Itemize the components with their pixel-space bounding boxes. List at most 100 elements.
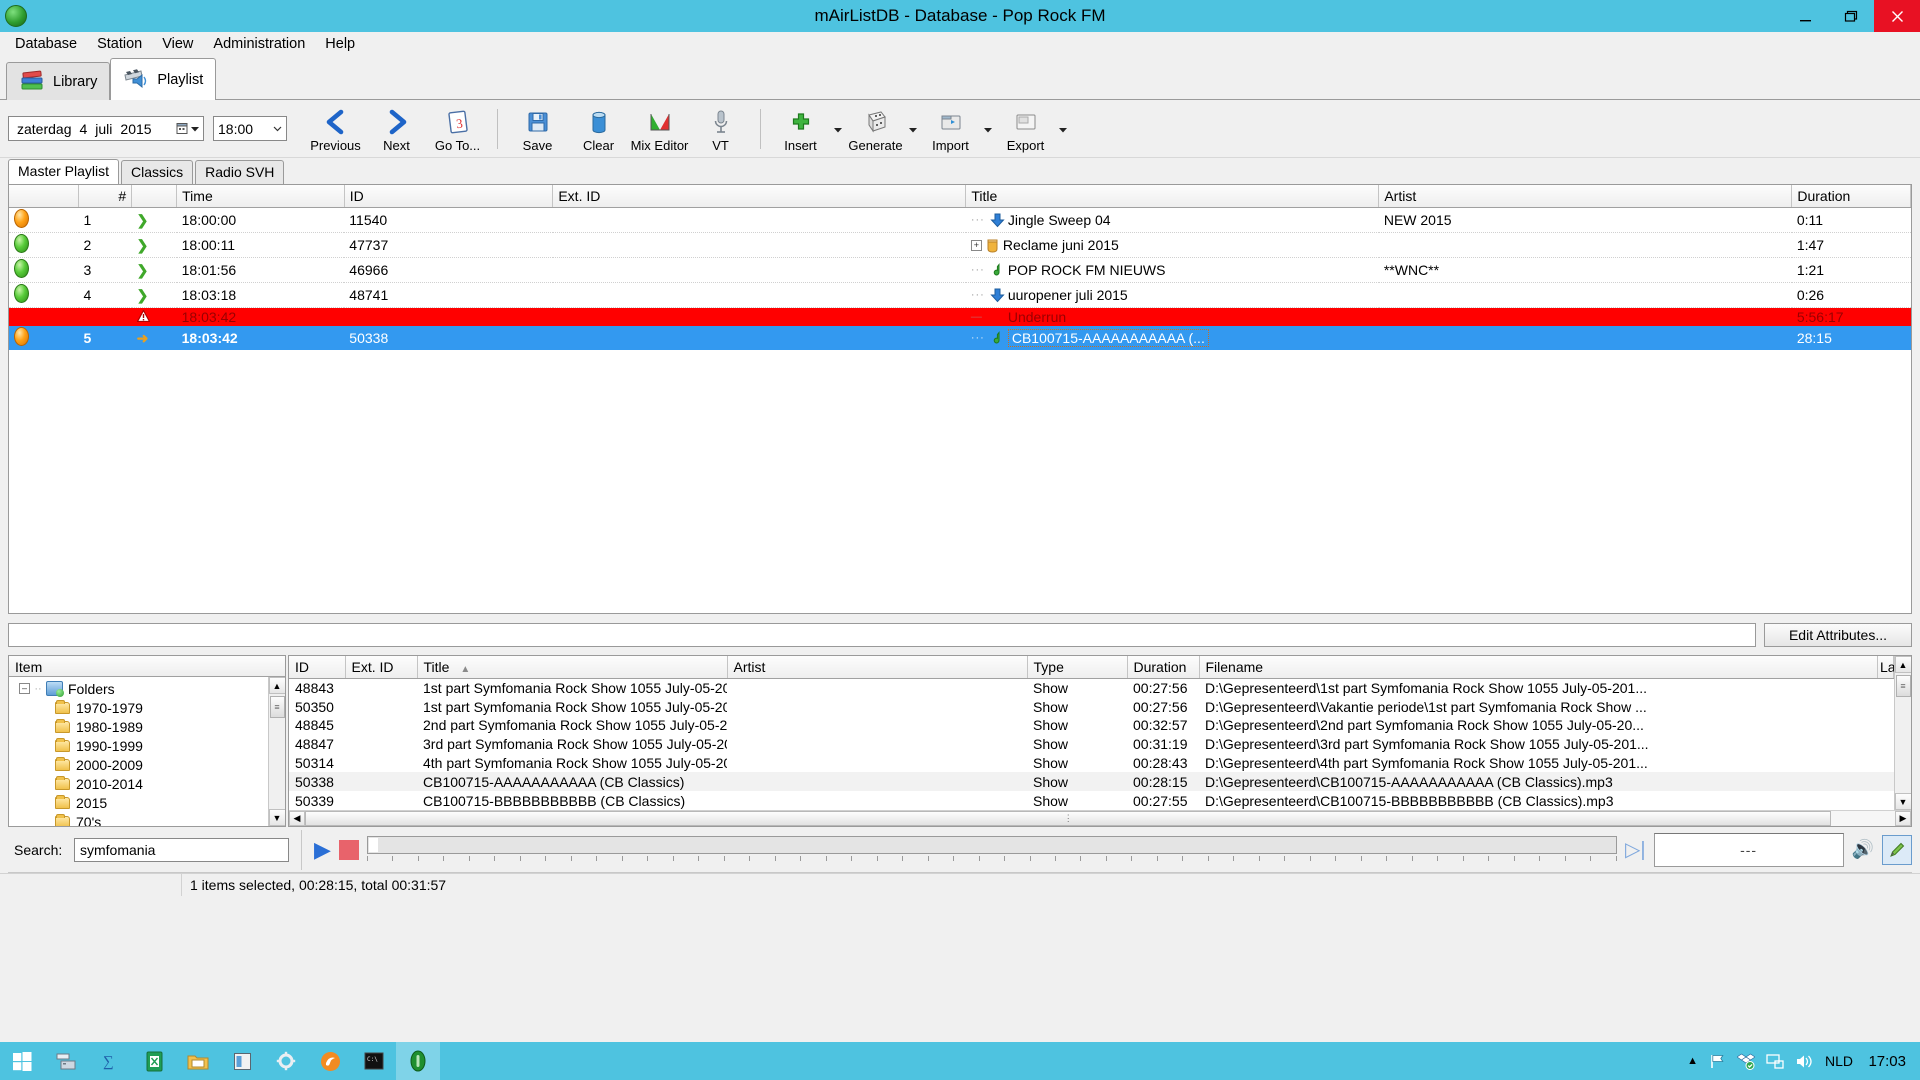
col-extid[interactable]: Ext. ID <box>552 185 967 208</box>
next-button[interactable]: Next <box>366 102 427 156</box>
table-row-selected[interactable]: 5 ➜ 18:03:42 50338 ··· CB100715-AAAAAAAA… <box>9 326 1911 350</box>
taskbar-mairlist-icon[interactable] <box>396 1042 440 1080</box>
library-vertical-scrollbar[interactable]: ▲ ≡ ▼ <box>1894 656 1911 810</box>
tree-header[interactable]: Item <box>9 656 285 677</box>
list-item[interactable]: 48845 2nd part Symfomania Rock Show 1055… <box>289 716 1894 735</box>
taskbar-firefox-icon[interactable] <box>308 1042 352 1080</box>
menu-administration[interactable]: Administration <box>204 33 314 55</box>
waveform-bar[interactable] <box>366 835 1617 854</box>
import-button[interactable]: Import <box>920 102 981 156</box>
generate-button[interactable]: Generate <box>845 102 906 156</box>
list-item-highlighted[interactable]: 50338 CB100715-AAAAAAAAAAA (CB Classics)… <box>289 772 1894 792</box>
col-state[interactable] <box>9 185 80 208</box>
previous-button[interactable]: Previous <box>305 102 366 156</box>
playlist-grid[interactable]: # Time ID Ext. ID Title Artist Duration … <box>8 184 1912 614</box>
tree-item-2010-2014[interactable]: 2010-2014 <box>9 774 268 793</box>
folder-tree[interactable]: – ·· Folders 1970-1979 1980-1989 1990-19… <box>9 677 268 826</box>
tree-item-1990-1999[interactable]: 1990-1999 <box>9 736 268 755</box>
hscroll-thumb[interactable]: ⋮ <box>305 811 1832 826</box>
export-button[interactable]: Export <box>995 102 1056 156</box>
tree-item-70s[interactable]: 70's <box>9 812 268 826</box>
taskbar-explorer-folder-icon[interactable] <box>176 1042 220 1080</box>
tab-playlist[interactable]: Playlist <box>110 58 217 100</box>
vt-button[interactable]: VT <box>690 102 751 156</box>
taskbar-window-app-icon[interactable] <box>220 1042 264 1080</box>
dropbox-icon[interactable] <box>1736 1053 1755 1070</box>
import-dropdown-caret[interactable] <box>981 102 995 156</box>
speaker-icon[interactable]: 🔊 <box>1852 839 1874 860</box>
taskbar-server-manager-icon[interactable] <box>44 1042 88 1080</box>
cue-next-icon[interactable]: ▷| <box>1625 837 1646 862</box>
tab-library[interactable]: Library <box>6 62 111 100</box>
play-triangle-icon[interactable]: ▶ <box>314 838 331 861</box>
lib-col-duration[interactable]: Duration <box>1127 656 1200 679</box>
lib-col-filename[interactable]: Filename <box>1199 656 1878 679</box>
tree-vertical-scrollbar[interactable]: ▲ ≡ ▼ <box>268 677 285 826</box>
menu-help[interactable]: Help <box>316 33 364 55</box>
list-item[interactable]: 48843 1st part Symfomania Rock Show 1055… <box>289 679 1894 698</box>
taskbar-powershell-icon[interactable]: ∑ <box>88 1042 132 1080</box>
generate-dropdown-caret[interactable] <box>906 102 920 156</box>
col-mark[interactable] <box>131 185 178 208</box>
lib-col-extid[interactable]: Ext. ID <box>345 656 418 679</box>
table-row[interactable]: 3 ❯ 18:01:56 46966 ··· POP ROCK FM NIEUW… <box>9 257 1911 283</box>
taskbar-excel-icon[interactable] <box>132 1042 176 1080</box>
close-button[interactable] <box>1874 0 1920 32</box>
list-item[interactable]: 48847 3rd part Symfomania Rock Show 1055… <box>289 735 1894 754</box>
list-item[interactable]: 50350 1st part Symfomania Rock Show 1055… <box>289 697 1894 716</box>
edit-button[interactable] <box>1882 834 1912 865</box>
list-item[interactable]: 50339 CB100715-BBBBBBBBBBB (CB Classics)… <box>289 791 1894 810</box>
col-title[interactable]: Title <box>965 185 1380 208</box>
tray-clock[interactable]: 17:03 <box>1864 1053 1906 1070</box>
chevron-down-icon[interactable] <box>273 124 282 134</box>
network-icon[interactable] <box>1766 1053 1784 1070</box>
tree-item-2015[interactable]: 2015 <box>9 793 268 812</box>
volume-icon[interactable] <box>1795 1053 1814 1070</box>
tree-item-1980-1989[interactable]: 1980-1989 <box>9 717 268 736</box>
table-row-underrun[interactable]: 18:03:42 — Underrun 5:56:17 <box>9 307 1911 326</box>
col-number[interactable]: # <box>78 185 133 208</box>
search-input[interactable] <box>74 837 289 862</box>
hscroll-track[interactable]: ⋮ <box>305 811 1895 826</box>
edit-attributes-button[interactable]: Edit Attributes... <box>1764 623 1912 647</box>
col-duration[interactable]: Duration <box>1791 185 1911 208</box>
tray-language[interactable]: NLD <box>1825 1053 1853 1069</box>
col-id[interactable]: ID <box>344 185 554 208</box>
tree-item-1970-1979[interactable]: 1970-1979 <box>9 698 268 717</box>
lib-col-artist[interactable]: Artist <box>727 656 1028 679</box>
chevron-up-icon[interactable]: ▲ <box>1894 656 1911 673</box>
mix-editor-button[interactable]: Mix Editor <box>629 102 690 156</box>
waveform-display[interactable] <box>366 835 1617 864</box>
tree-item-folders[interactable]: – ·· Folders <box>9 679 268 698</box>
show-hidden-icons-chevron[interactable]: ▲ <box>1687 1055 1698 1067</box>
playlist-tab-radio-svh[interactable]: Radio SVH <box>195 160 285 184</box>
lib-col-title[interactable]: Title ▲ <box>417 656 728 679</box>
menu-view[interactable]: View <box>153 33 202 55</box>
time-select[interactable]: 18:00 <box>213 116 287 141</box>
tree-item-2000-2009[interactable]: 2000-2009 <box>9 755 268 774</box>
table-row[interactable]: 2 ❯ 18:00:11 47737 + Reclame juni 2015 1… <box>9 232 1911 258</box>
menu-station[interactable]: Station <box>88 33 151 55</box>
calendar-icon[interactable] <box>176 122 199 135</box>
windows-start-icon[interactable] <box>0 1042 44 1080</box>
lib-col-type[interactable]: Type <box>1027 656 1128 679</box>
goto-button[interactable]: 3 Go To... <box>427 102 488 156</box>
chevron-up-icon[interactable]: ▲ <box>268 677 285 694</box>
col-time[interactable]: Time <box>176 185 345 208</box>
taskbar-settings-gear-icon[interactable] <box>264 1042 308 1080</box>
insert-button[interactable]: Insert <box>770 102 831 156</box>
chevron-down-icon[interactable]: ▼ <box>268 809 285 826</box>
collapse-toggle[interactable]: – <box>19 683 30 694</box>
table-row[interactable]: 1 ❯ 18:00:00 11540 ··· Jingle Sweep 04 N… <box>9 207 1911 233</box>
scrollbar-thumb[interactable]: ≡ <box>1895 675 1911 697</box>
maximize-button[interactable] <box>1828 0 1874 32</box>
export-dropdown-caret[interactable] <box>1056 102 1070 156</box>
playlist-tab-master[interactable]: Master Playlist <box>8 159 120 184</box>
date-picker[interactable]: zaterdag 4 juli 2015 <box>8 116 204 141</box>
scroll-left-icon[interactable]: ◀ <box>289 811 305 826</box>
minimize-button[interactable] <box>1782 0 1828 32</box>
save-button[interactable]: Save <box>507 102 568 156</box>
menu-database[interactable]: Database <box>6 33 86 55</box>
insert-dropdown-caret[interactable] <box>831 102 845 156</box>
expand-toggle[interactable]: + <box>970 239 982 251</box>
